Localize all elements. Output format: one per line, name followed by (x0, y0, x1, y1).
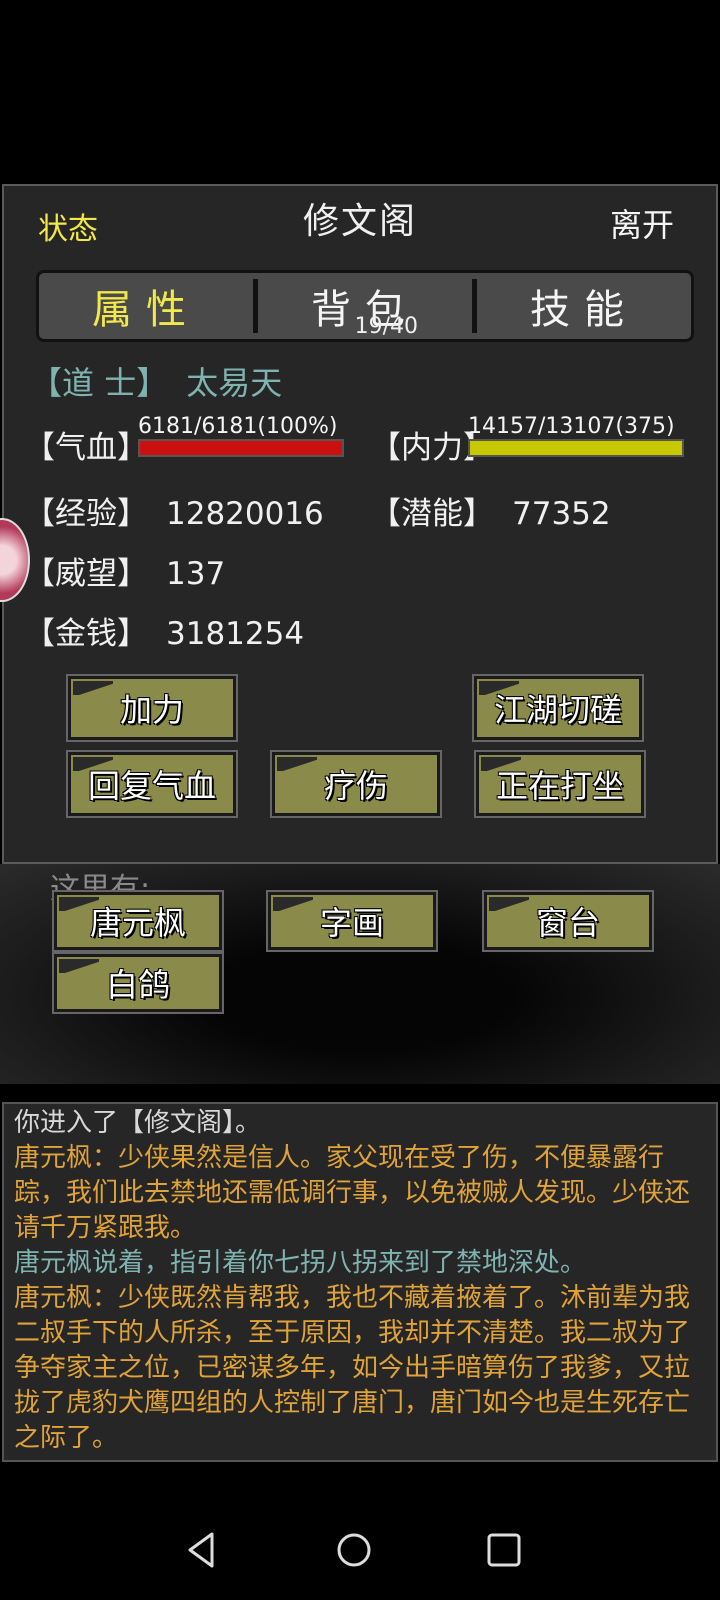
gold-stat: 【金钱】 3181254 (24, 608, 304, 653)
hp-label: 【气血】 (24, 430, 148, 466)
exp-value: 12820016 (166, 496, 324, 532)
log-line: 唐元枫：少侠果然是信人。家父现在受了伤，不便暴露行踪，我们此去禁地还需低调行事，… (14, 1143, 691, 1243)
npc-tang-yuanfeng[interactable]: 唐元枫 (52, 890, 224, 952)
meditate-button[interactable]: 正在打坐 (474, 750, 646, 818)
potential-value: 77352 (512, 496, 611, 532)
hp-value: 6181/6181(100%) (138, 414, 338, 439)
character-class: 道 士 (62, 364, 137, 402)
reputation-label: 【威望】 (24, 556, 148, 592)
character-name: 太易天 (186, 364, 283, 402)
message-log[interactable]: 你进入了【修文阁】。 唐元枫：少侠果然是信人。家父现在受了伤，不便暴露行踪，我们… (2, 1102, 718, 1462)
restore-hp-button[interactable]: 回复气血 (66, 750, 238, 818)
mp-track (468, 439, 684, 457)
npc-white-pigeon[interactable]: 白鸽 (52, 952, 224, 1014)
class-bracket-open: 【 (30, 364, 63, 402)
mp-fill (470, 441, 682, 455)
inventory-count: 19/40 (354, 314, 418, 339)
item-windowsill[interactable]: 窗台 (482, 890, 654, 952)
home-icon[interactable] (332, 1528, 376, 1572)
status-panel: 状态 修文阁 离开 属性 背包 19/40 技能 【道 士】 太易天 【气血】 61… (2, 184, 718, 864)
tab-skills[interactable]: 技能 (477, 273, 691, 339)
recents-icon[interactable] (482, 1528, 526, 1572)
character-line: 【道 士】 太易天 (30, 358, 282, 404)
log-line: 唐元枫：少侠既然肯帮我，我也不藏着掖着了。沐前辈为我二叔手下的人所杀，至于原因，… (14, 1283, 691, 1453)
reputation-stat: 【威望】 137 (24, 548, 225, 593)
heal-wound-button[interactable]: 疗伤 (270, 750, 442, 818)
potential-stat: 【潜能】 77352 (370, 488, 611, 533)
spar-button[interactable]: 江湖切磋 (472, 674, 644, 742)
mp-value: 14157/13107(375) (468, 414, 675, 439)
back-icon[interactable] (180, 1528, 224, 1572)
leave-button[interactable]: 离开 (610, 200, 674, 246)
jiali-button[interactable]: 加力 (66, 674, 238, 742)
mp-bar: 14157/13107(375) (468, 414, 684, 457)
hp-fill (140, 441, 342, 455)
exp-label: 【经验】 (24, 496, 148, 532)
tab-skills-label: 技能 (530, 287, 638, 333)
potential-label: 【潜能】 (370, 496, 494, 532)
exp-stat: 【经验】 12820016 (24, 488, 324, 533)
tab-attributes[interactable]: 属性 (39, 273, 253, 339)
tab-bar: 属性 背包 19/40 技能 (36, 270, 694, 342)
gold-value: 3181254 (166, 616, 305, 652)
item-painting[interactable]: 字画 (266, 890, 438, 952)
hp-bar: 6181/6181(100%) (138, 414, 344, 457)
log-line: 唐元枫说着，指引着你七拐八拐来到了禁地深处。 (14, 1248, 587, 1278)
reputation-value: 137 (166, 556, 226, 592)
class-bracket-close: 】 (136, 364, 169, 402)
tab-inventory[interactable]: 背包 19/40 (258, 273, 472, 339)
android-nav-bar (0, 1500, 720, 1600)
gold-label: 【金钱】 (24, 616, 148, 652)
here-area: 这里有: 唐元枫 字画 窗台 白鸽 (0, 864, 720, 1084)
hp-track (138, 439, 344, 457)
tab-attributes-label: 属性 (92, 287, 200, 333)
log-line: 你进入了【修文阁】。 (14, 1108, 262, 1138)
